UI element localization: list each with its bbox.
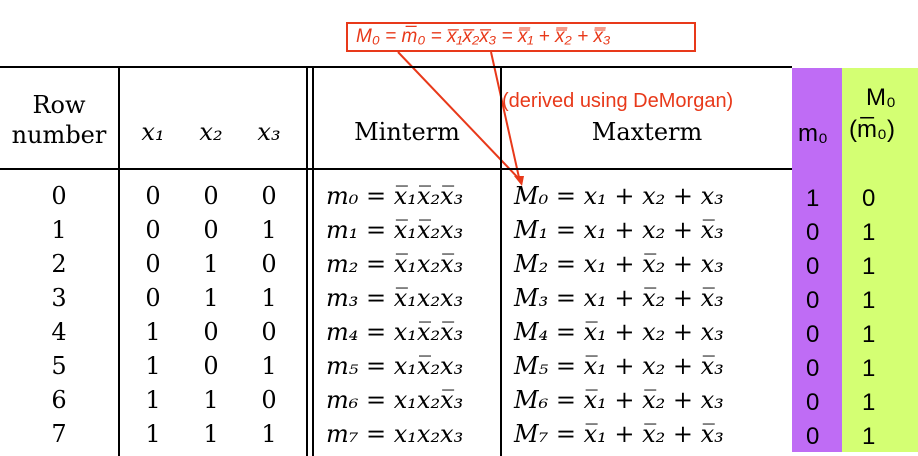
table-cell-x1: 0 [145,182,161,210]
annotation-formula-box: M₀ = m̅₀ = x̅₁x̅₂x̅₃ = x̿₁ + x̿₂ + x̿₃ [346,22,696,52]
annotation-note: (derived using DeMorgan) [502,90,734,112]
table-cell-minterm: m₀ = x̅₁x̅₂x̅₃ [326,182,464,210]
table-cell-M: 1 [862,287,876,314]
table-cell-M: 1 [862,355,876,382]
table-cell-n: 4 [51,318,67,346]
table-cell-m: 0 [806,219,820,246]
table-cell-m: 0 [806,287,820,314]
table-cell-x1: 0 [145,216,161,244]
table-cell-x2: 1 [203,420,219,448]
header-m0: m₀ [798,120,828,147]
table-cell-maxterm: M₅ = x̅₁ + x₂ + x̅₃ [514,352,724,380]
header-M0: M₀ [866,84,896,111]
table-cell-minterm: m₄ = x₁x̅₂x̅₃ [326,318,464,346]
header-minterm: Minterm [354,118,460,146]
col-divider-1 [118,66,120,456]
table-cell-m: 0 [806,389,820,416]
annotation-formula: M₀ = m̅₀ = x̅₁x̅₂x̅₃ = x̿₁ + x̿₂ + x̿₃ [356,26,611,47]
table-cell-n: 3 [51,284,67,312]
table-cell-minterm: m₆ = x₁x₂x̅₃ [326,386,464,414]
table-cell-maxterm: M₂ = x₁ + x̅₂ + x₃ [514,250,724,278]
table-cell-x3: 1 [261,352,277,380]
table-cell-x3: 0 [261,386,277,414]
table-cell-M: 1 [862,219,876,246]
table-cell-x3: 0 [261,318,277,346]
table-cell-x2: 0 [203,182,219,210]
table-cell-x1: 1 [145,420,161,448]
table-cell-n: 1 [51,216,67,244]
table-cell-m: 0 [806,355,820,382]
table-cell-n: 2 [51,250,67,278]
table-cell-maxterm: M₄ = x̅₁ + x₂ + x₃ [514,318,724,346]
header-row-number: Row number [0,90,118,150]
table-cell-minterm: m₇ = x₁x₂x₃ [326,420,464,448]
table-cell-m: 1 [806,185,820,212]
table-cell-M: 0 [862,185,876,212]
table-cell-maxterm: M₀ = x₁ + x₂ + x₃ [514,182,724,210]
table-cell-x3: 1 [261,284,277,312]
header-x2: x₂ [199,118,223,146]
header-row-number-line1: Row [32,91,86,119]
table-cell-x2: 1 [203,250,219,278]
table-cell-maxterm: M₆ = x̅₁ + x̅₂ + x₃ [514,386,724,414]
table-cell-x2: 0 [203,352,219,380]
table-cell-n: 0 [51,182,67,210]
col-divider-2a [306,66,308,456]
table-cell-minterm: m₅ = x₁x̅₂x₃ [326,352,464,380]
table-cell-x2: 0 [203,318,219,346]
table-cell-x2: 1 [203,386,219,414]
table-cell-M: 1 [862,389,876,416]
header-x3: x₃ [257,118,281,146]
header-maxterm: Maxterm [591,118,703,146]
table-cell-n: 6 [51,386,67,414]
table-cell-minterm: m₃ = x̅₁x₂x₃ [326,284,464,312]
table-cell-n: 5 [51,352,67,380]
table-cell-x3: 1 [261,420,277,448]
table-cell-x1: 1 [145,386,161,414]
table-cell-x2: 0 [203,216,219,244]
header-x1: x₁ [141,118,165,146]
header-row-number-line2: number [11,121,107,149]
table-cell-m: 0 [806,253,820,280]
table-cell-n: 7 [51,420,67,448]
table-cell-maxterm: M₇ = x̅₁ + x̅₂ + x̅₃ [514,420,724,448]
table-cell-x1: 1 [145,352,161,380]
table-cell-x3: 0 [261,250,277,278]
table-cell-maxterm: M₁ = x₁ + x₂ + x̅₃ [514,216,724,244]
table-cell-m: 0 [806,423,820,450]
table-cell-x1: 0 [145,250,161,278]
table-cell-M: 1 [862,253,876,280]
table-cell-x3: 1 [261,216,277,244]
table-cell-M: 1 [862,321,876,348]
table-cell-M: 1 [862,423,876,450]
table-cell-x3: 0 [261,182,277,210]
table-cell-minterm: m₁ = x̅₁x̅₂x₃ [326,216,464,244]
header-M0-sub: (m̅₀) [849,116,895,143]
table-cell-x1: 1 [145,318,161,346]
table-cell-x1: 0 [145,284,161,312]
table-cell-minterm: m₂ = x̅₁x₂x̅₃ [326,250,464,278]
table-cell-m: 0 [806,321,820,348]
table-cell-x2: 1 [203,284,219,312]
table-cell-maxterm: M₃ = x₁ + x̅₂ + x̅₃ [514,284,724,312]
